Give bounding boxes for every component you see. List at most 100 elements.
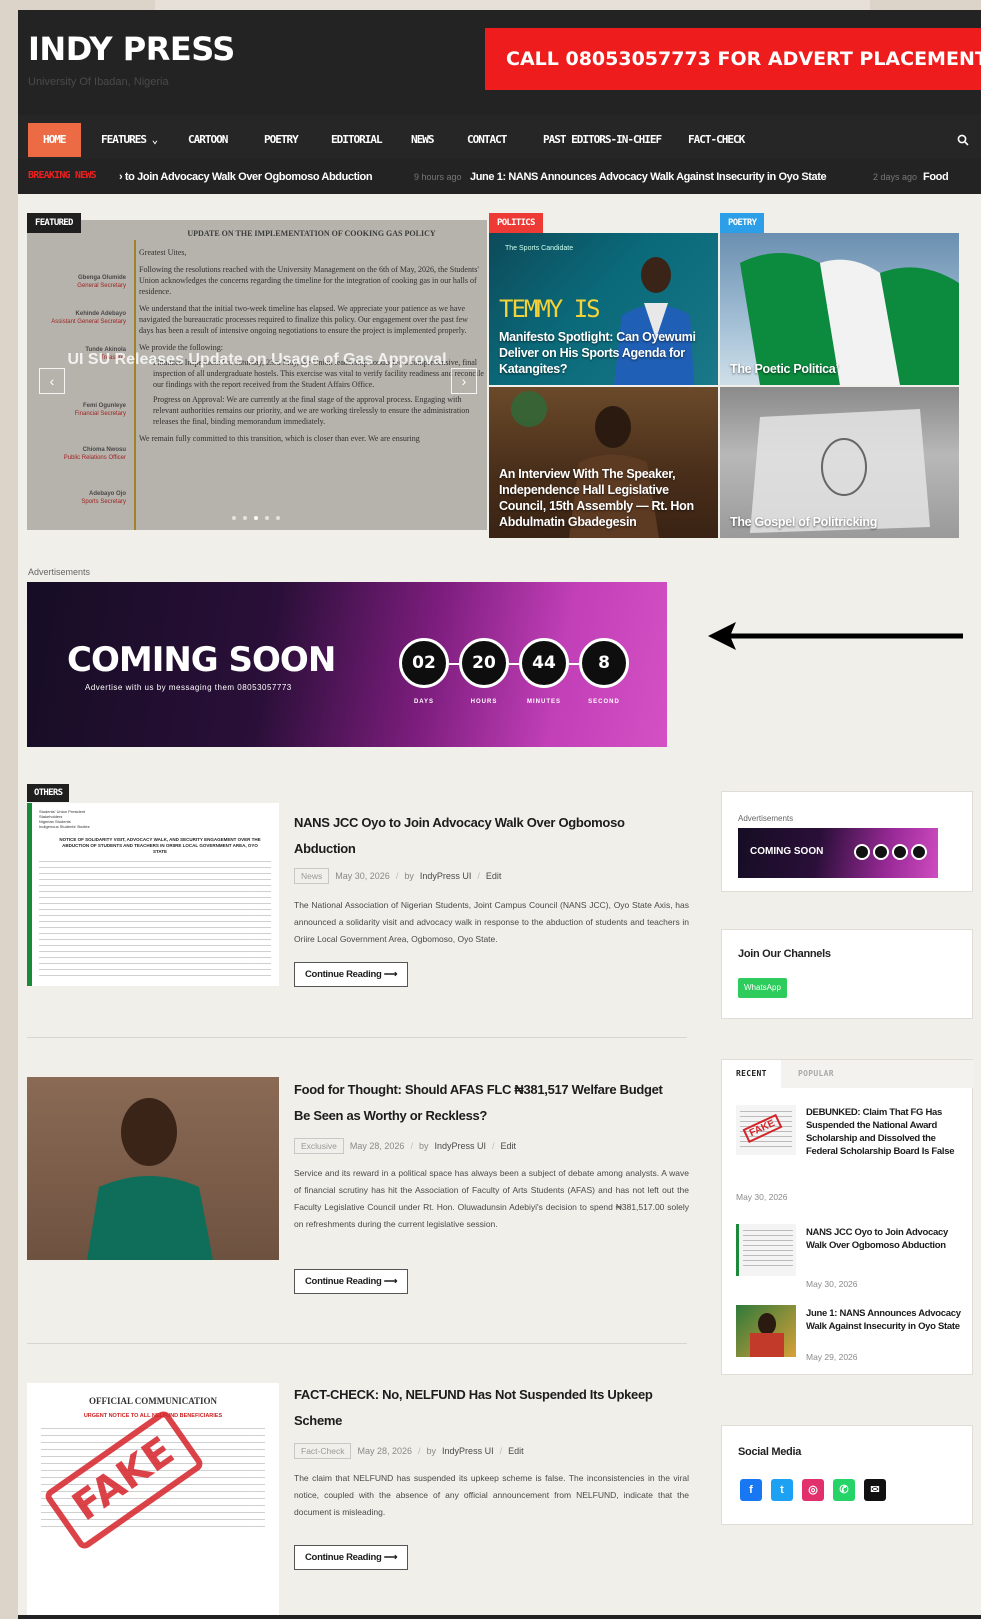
featured-card[interactable]: The Poetic Politica’ (720, 233, 959, 385)
post-edit-link[interactable]: Edit (508, 1446, 524, 1456)
sidebar-ads-label: Advertisements (738, 814, 794, 823)
featured-card[interactable]: An Interview With The Speaker, Independe… (489, 387, 718, 538)
ad-headline: COMING SOON (67, 640, 336, 680)
page: INDY PRESS University Of Ibadan, Nigeria… (18, 10, 981, 1619)
breaking-news-label: BREAKING NEWS (28, 170, 97, 181)
whatsapp-icon[interactable]: ✆ (833, 1479, 855, 1501)
browser-top-strip-inner (155, 0, 870, 10)
sidebar-ad-banner[interactable]: COMING SOON (738, 828, 938, 878)
post-category[interactable]: Exclusive (294, 1138, 344, 1154)
nav-item-editorial[interactable]: EDITORIAL (331, 123, 383, 157)
post-date: May 28, 2026 (357, 1446, 413, 1456)
countdown-seconds: 8 (579, 638, 629, 688)
card-title: Manifesto Spotlight: Can Oyewumi Deliver… (499, 330, 696, 376)
recent-post-title[interactable]: NANS JCC Oyo to Join Advocacy Walk Over … (806, 1226, 962, 1252)
chevron-right-icon[interactable]: › (451, 368, 477, 394)
featured-card[interactable]: The Sports Candidate TEMMY IS Manifesto … (489, 233, 718, 385)
site-logo[interactable]: INDY PRESS (28, 30, 235, 68)
nav-item-news[interactable]: NEWS (411, 123, 434, 157)
post-edit-link[interactable]: Edit (501, 1141, 517, 1151)
card-title: An Interview With The Speaker, Independe… (499, 467, 694, 529)
post-author[interactable]: IndyPress UI (434, 1141, 486, 1151)
site-tagline: University Of Ibadan, Nigeria (28, 76, 169, 88)
recent-post-title[interactable]: June 1: NANS Announces Advocacy Walk Aga… (806, 1307, 962, 1333)
twitter-icon[interactable]: t (771, 1479, 793, 1501)
countdown-days: 02 (399, 638, 449, 688)
continue-reading-button[interactable]: Continue Reading ⟶ (294, 962, 409, 987)
nav-item-cartoon[interactable]: CARTOON (188, 123, 228, 157)
continue-reading-button[interactable]: Continue Reading ⟶ (294, 1269, 409, 1294)
category-tag-poetry[interactable]: POETRY (720, 213, 765, 233)
post-category[interactable]: News (294, 868, 330, 884)
post-title[interactable]: Food for Thought: Should AFAS FLC ₦381,5… (294, 1077, 674, 1129)
featured-tag: FEATURED (27, 213, 81, 233)
continue-reading-button[interactable]: Continue Reading ⟶ (294, 1545, 409, 1570)
breaking-item-time: 2 days ago (873, 172, 918, 182)
slide-title[interactable]: UI SU Releases Update on Usage of Gas Ap… (67, 345, 447, 375)
slider-dot[interactable] (265, 516, 269, 520)
search-icon[interactable] (957, 134, 969, 146)
breaking-item[interactable]: › to Join Advocacy Walk Over Ogbomoso Ab… (119, 171, 373, 183)
slider-overlay (27, 220, 487, 530)
recent-post-date: May 30, 2026 (736, 1192, 788, 1202)
post-by: by (418, 1141, 429, 1151)
post-thumbnail[interactable]: Students' Union President Stakeholders N… (27, 803, 279, 986)
post-thumbnail[interactable]: OFFICIAL COMMUNICATION URGENT NOTICE TO … (27, 1383, 279, 1615)
post-category[interactable]: Fact-Check (294, 1443, 352, 1459)
recent-post-thumbnail[interactable] (736, 1224, 796, 1276)
post-author[interactable]: IndyPress UI (420, 871, 472, 881)
featured-slider[interactable]: Gbenga Olumide General Secretary Kehinde … (27, 220, 487, 530)
slider-dot[interactable] (254, 516, 258, 520)
thumb-doc-title: OFFICIAL COMMUNICATION (88, 1396, 218, 1406)
sidebar-ad-widget: Advertisements COMING SOON (721, 791, 973, 892)
recent-post-title[interactable]: DEBUNKED: Claim That FG Has Suspended th… (806, 1106, 962, 1158)
site-header: INDY PRESS University Of Ibadan, Nigeria… (18, 10, 981, 115)
post-author[interactable]: IndyPress UI (442, 1446, 494, 1456)
sidebar-ad-headline: COMING SOON (750, 846, 824, 857)
advert-banner[interactable]: CALL 08053057773 FOR ADVERT PLACEMENT (485, 28, 981, 90)
post-title[interactable]: FACT-CHECK: No, NELFUND Has Not Suspende… (294, 1382, 674, 1434)
nav-item-poetry[interactable]: POETRY (264, 123, 299, 157)
nav-item-contact[interactable]: CONTACT (467, 123, 507, 157)
thumb-doc-title: NOTICE OF SOLIDARITY VISIT, ADVOCACY WAL… (59, 837, 261, 854)
email-icon[interactable]: ✉ (864, 1479, 886, 1501)
facebook-icon[interactable]: f (740, 1479, 762, 1501)
person-illustration (87, 1098, 213, 1260)
instagram-icon[interactable]: ◎ (802, 1479, 824, 1501)
whatsapp-button[interactable]: WhatsApp (738, 978, 787, 998)
post-date: May 28, 2026 (349, 1141, 405, 1151)
countdown-label: MINUTES (527, 699, 561, 705)
channels-title: Join Our Channels (738, 948, 831, 960)
slider-dot[interactable] (243, 516, 247, 520)
coming-soon-ad[interactable]: COMING SOON Advertise with us by messagi… (27, 582, 667, 747)
recent-post-thumbnail[interactable] (736, 1305, 796, 1357)
card-overlay-word: TEMMY IS (499, 295, 601, 323)
featured-card[interactable]: The Gospel of Politricking (720, 387, 959, 538)
tab-recent[interactable]: RECENT (722, 1060, 781, 1088)
recent-popular-tabs: RECENT POPULAR (722, 1060, 974, 1088)
nav-item-home[interactable]: HOME (28, 123, 81, 157)
post-divider (27, 1037, 687, 1038)
advert-text: CALL 08053057773 FOR ADVERT PLACEMENT (506, 48, 981, 70)
main-nav: HOME FEATURES ⌄ CARTOON POETRY EDITORIAL… (18, 115, 981, 159)
browser-top-strip (0, 0, 981, 10)
bottom-bar (18, 1615, 981, 1619)
nav-item-features[interactable]: FEATURES ⌄ (101, 123, 158, 157)
countdown-label: SECOND (588, 699, 620, 705)
chevron-left-icon[interactable]: ‹ (39, 368, 65, 394)
slider-dot[interactable] (276, 516, 280, 520)
category-tag-politics[interactable]: POLITICS (489, 213, 543, 233)
breaking-item[interactable]: Food (923, 171, 949, 183)
recent-post-thumbnail[interactable]: FAKE (736, 1105, 796, 1155)
card-title: The Gospel of Politricking (730, 515, 878, 529)
tab-popular[interactable]: POPULAR (784, 1060, 848, 1088)
post-thumbnail[interactable] (27, 1077, 279, 1260)
card-title: The Poetic Politica’ (730, 362, 839, 376)
nav-item-past-editors[interactable]: PAST EDITORS-IN-CHIEF (543, 123, 662, 157)
slider-dots (232, 516, 280, 520)
nav-item-fact-check[interactable]: FACT-CHECK (688, 123, 745, 157)
breaking-item[interactable]: June 1: NANS Announces Advocacy Walk Aga… (470, 171, 827, 183)
slider-dot[interactable] (232, 516, 236, 520)
post-edit-link[interactable]: Edit (486, 871, 502, 881)
post-title[interactable]: NANS JCC Oyo to Join Advocacy Walk Over … (294, 810, 674, 862)
